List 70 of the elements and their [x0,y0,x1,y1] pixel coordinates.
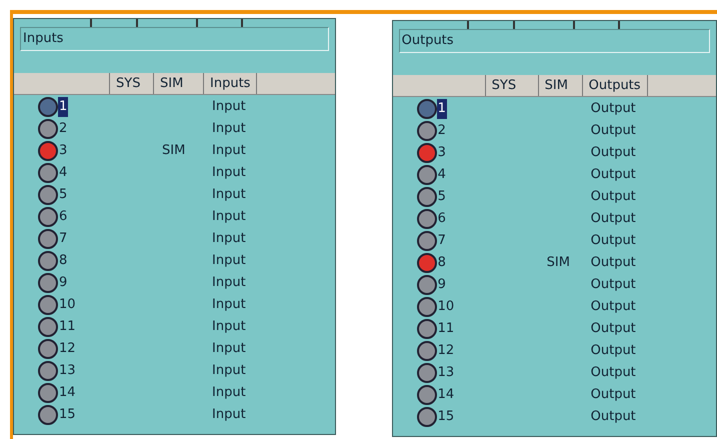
row-label: Input [212,99,246,114]
row-label: Input [212,253,246,268]
column-header[interactable]: SIM [538,75,583,96]
row-number[interactable]: 1 [58,97,68,117]
row-number[interactable]: 11 [436,319,456,339]
row-label: Input [212,187,246,202]
row-label: Output [590,101,636,116]
row-number[interactable]: 9 [58,273,68,293]
row-label: Input [212,275,246,290]
column-header[interactable]: Outputs [582,75,648,96]
row-label: Output [590,387,636,402]
row-label: Input [212,165,246,180]
row-label: Output [590,211,636,226]
row-number[interactable]: 10 [58,295,77,315]
row-number[interactable]: 12 [436,341,456,361]
row-label: Output [590,365,636,380]
row-label: Output [590,277,636,292]
row-number[interactable]: 13 [58,361,77,381]
row-label: Input [212,231,246,246]
row-label: Output [590,299,636,314]
column-header[interactable]: SIM [154,73,204,94]
row-label: Input [212,407,246,422]
row-number[interactable]: 8 [58,251,68,271]
row-number[interactable]: 5 [58,185,68,205]
row-number[interactable]: 4 [436,165,447,185]
row-number[interactable]: 4 [58,163,68,183]
row-number[interactable]: 15 [58,405,77,425]
row-number[interactable]: 11 [58,317,77,337]
row-label: Input [212,341,246,356]
row-label: Output [590,167,636,182]
row-label: Input [212,297,246,312]
sim-label: SIM [162,143,186,158]
column-header[interactable]: SYS [486,75,539,96]
row-label: Output [590,123,636,138]
row-label: Input [212,209,246,224]
row-number[interactable]: 8 [436,253,447,273]
row-label: Input [212,121,246,136]
row-number[interactable]: 5 [436,187,447,207]
row-label: Input [212,363,246,378]
row-number[interactable]: 1 [436,99,447,119]
row-number[interactable]: 14 [436,385,456,405]
row-label: Output [590,321,636,336]
row-label: Input [212,385,246,400]
row-number[interactable]: 7 [58,229,68,249]
row-number[interactable]: 2 [58,119,68,139]
row-number[interactable]: 7 [436,231,447,251]
row-label: Input [212,319,246,334]
row-number[interactable]: 3 [436,143,447,163]
row-number[interactable]: 13 [436,363,456,383]
row-number[interactable]: 2 [436,121,447,141]
row-number[interactable]: 6 [436,209,447,229]
row-label: Output [590,145,636,160]
row-label: Output [590,343,636,358]
row-number[interactable]: 12 [58,339,77,359]
row-number[interactable]: 10 [436,297,456,317]
row-label: Output [590,255,636,270]
row-number[interactable]: 9 [436,275,447,295]
row-number[interactable]: 3 [58,141,68,161]
row-label: Input [212,143,246,158]
row-label: Output [590,189,636,204]
row-number[interactable]: 6 [58,207,68,227]
column-header[interactable]: Inputs [204,73,258,94]
row-label: Output [590,409,636,424]
column-header[interactable]: SYS [110,73,154,94]
title-field: Outputs [398,29,710,53]
row-number[interactable]: 14 [58,383,77,403]
row-label: Output [590,233,636,248]
sim-label: SIM [546,255,570,270]
row-number[interactable]: 15 [436,407,456,427]
title-field: Inputs [20,27,330,51]
